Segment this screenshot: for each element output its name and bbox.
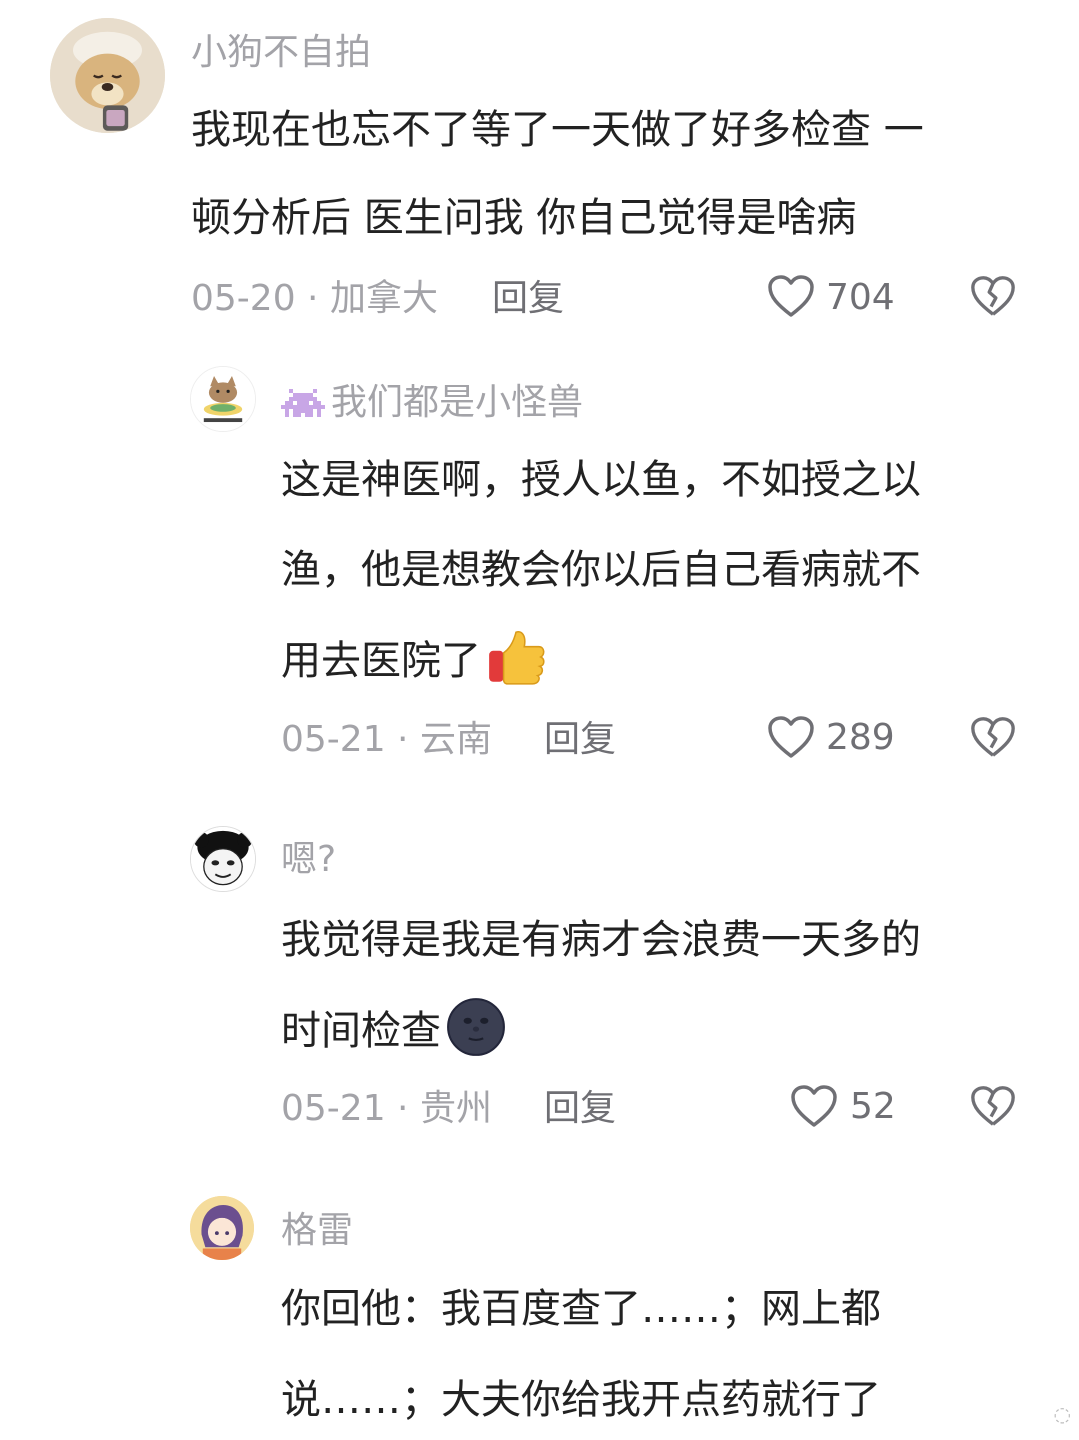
reply-button[interactable]: 回复 xyxy=(492,281,564,317)
like-count: 704 xyxy=(826,277,895,318)
comment-text: 时间检查 xyxy=(281,1008,441,1054)
comment-text-with-emoji: 用去医院了 xyxy=(281,631,547,688)
heart-outline-icon[interactable] xyxy=(766,273,816,319)
username[interactable]: 嗯? xyxy=(281,842,336,878)
reply-button[interactable]: 回复 xyxy=(544,722,616,758)
heart-outline-icon[interactable] xyxy=(766,714,816,760)
comment-text-with-emoji: 时间检查 xyxy=(281,998,507,1058)
alien-monster-icon xyxy=(281,389,325,417)
username[interactable]: 小狗不自拍 xyxy=(191,35,371,71)
broken-heart-icon[interactable] xyxy=(969,273,1017,319)
comment-text: 说……；大夫你给我开点药就行了 xyxy=(281,1377,881,1423)
broken-heart-icon[interactable] xyxy=(969,714,1017,760)
broken-heart-icon[interactable] xyxy=(969,1083,1017,1129)
username[interactable]: 格雷 xyxy=(281,1213,353,1249)
comment-text: 我觉得是我是有病才会浪费一天多的 xyxy=(281,917,921,963)
like-count: 52 xyxy=(850,1086,896,1127)
watermark: ◌ xyxy=(1053,1402,1071,1426)
thumbs-up-emoji xyxy=(489,631,545,685)
comment-text: 顿分析后 医生问我 你自己觉得是啥病 xyxy=(191,195,857,241)
anime-girl-avatar-icon xyxy=(190,1196,254,1260)
date-location: 05-20 · 加拿大 xyxy=(191,278,438,319)
new-moon-face-emoji xyxy=(447,998,505,1056)
reply-button[interactable]: 回复 xyxy=(544,1091,616,1127)
comment-text: 渔，他是想教会你以后自己看病就不 xyxy=(281,547,921,593)
avatar[interactable] xyxy=(50,18,165,133)
avatar[interactable] xyxy=(190,826,256,892)
comment-text: 我现在也忘不了等了一天做了好多检查 一 xyxy=(191,107,924,153)
avatar[interactable] xyxy=(190,366,256,432)
username[interactable]: 我们都是小怪兽 xyxy=(281,384,583,421)
comment-text: 你回他：我百度查了……；网上都 xyxy=(281,1286,881,1332)
date-location: 05-21 · 贵州 xyxy=(281,1088,492,1129)
heart-outline-icon[interactable] xyxy=(789,1083,839,1129)
dog-avatar-icon xyxy=(50,18,165,133)
comment-text: 这是神医啊，授人以鱼，不如授之以 xyxy=(281,457,921,503)
username-text: 我们都是小怪兽 xyxy=(331,382,584,423)
comment-text: 用去医院了 xyxy=(281,638,481,684)
like-count: 289 xyxy=(826,717,895,758)
cat-avatar-icon xyxy=(191,367,255,431)
avatar[interactable] xyxy=(190,1196,254,1260)
panda-meme-avatar-icon xyxy=(191,827,255,891)
date-location: 05-21 · 云南 xyxy=(281,719,492,760)
